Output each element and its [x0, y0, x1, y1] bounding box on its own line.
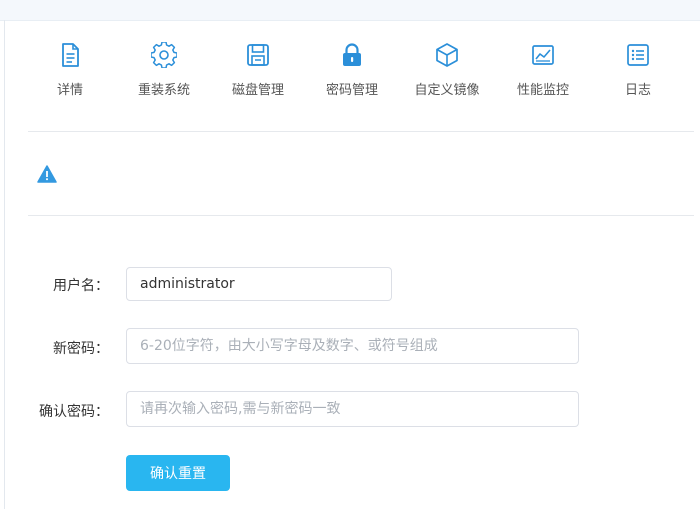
warning-icon — [37, 165, 57, 183]
tool-performance-monitor[interactable]: 性能监控 — [498, 38, 588, 108]
top-bar — [0, 0, 700, 21]
list-icon — [627, 44, 649, 66]
tool-details[interactable]: 详情 — [25, 38, 115, 108]
tool-reinstall-system[interactable]: 重装系统 — [119, 38, 209, 108]
new-password-label: 新密码： — [53, 341, 109, 357]
username-field[interactable] — [126, 267, 392, 301]
tool-password-management[interactable]: 密码管理 — [307, 38, 397, 108]
cube-icon — [436, 43, 458, 67]
username-label: 用户名： — [53, 278, 109, 294]
disk-icon — [247, 44, 269, 66]
tool-log[interactable]: 日志 — [593, 38, 683, 108]
action-toolbar: 详情 重装系统 磁盘管理 密码管理 自定义镜像 性能监控 日志 — [28, 38, 694, 108]
chart-icon — [532, 45, 554, 65]
tool-label: 自定义镜像 — [414, 83, 480, 98]
lock-icon — [343, 43, 361, 66]
toolbar-divider — [28, 131, 694, 132]
tool-custom-image[interactable]: 自定义镜像 — [402, 38, 492, 108]
left-border — [4, 20, 5, 509]
document-icon — [62, 43, 79, 67]
tool-label: 详情 — [56, 83, 83, 98]
alert-divider — [28, 215, 694, 216]
tool-label: 性能监控 — [516, 83, 569, 98]
tool-disk-management[interactable]: 磁盘管理 — [213, 38, 303, 108]
gear-icon — [151, 42, 177, 68]
tool-label: 重装系统 — [137, 83, 190, 98]
tool-label: 密码管理 — [325, 83, 378, 98]
confirm-password-label: 确认密码： — [39, 404, 109, 420]
tool-label: 磁盘管理 — [231, 83, 284, 98]
tool-label: 日志 — [624, 83, 651, 98]
confirm-reset-button[interactable]: 确认重置 — [126, 455, 230, 491]
new-password-field[interactable] — [126, 328, 579, 364]
confirm-password-field[interactable] — [126, 391, 579, 427]
